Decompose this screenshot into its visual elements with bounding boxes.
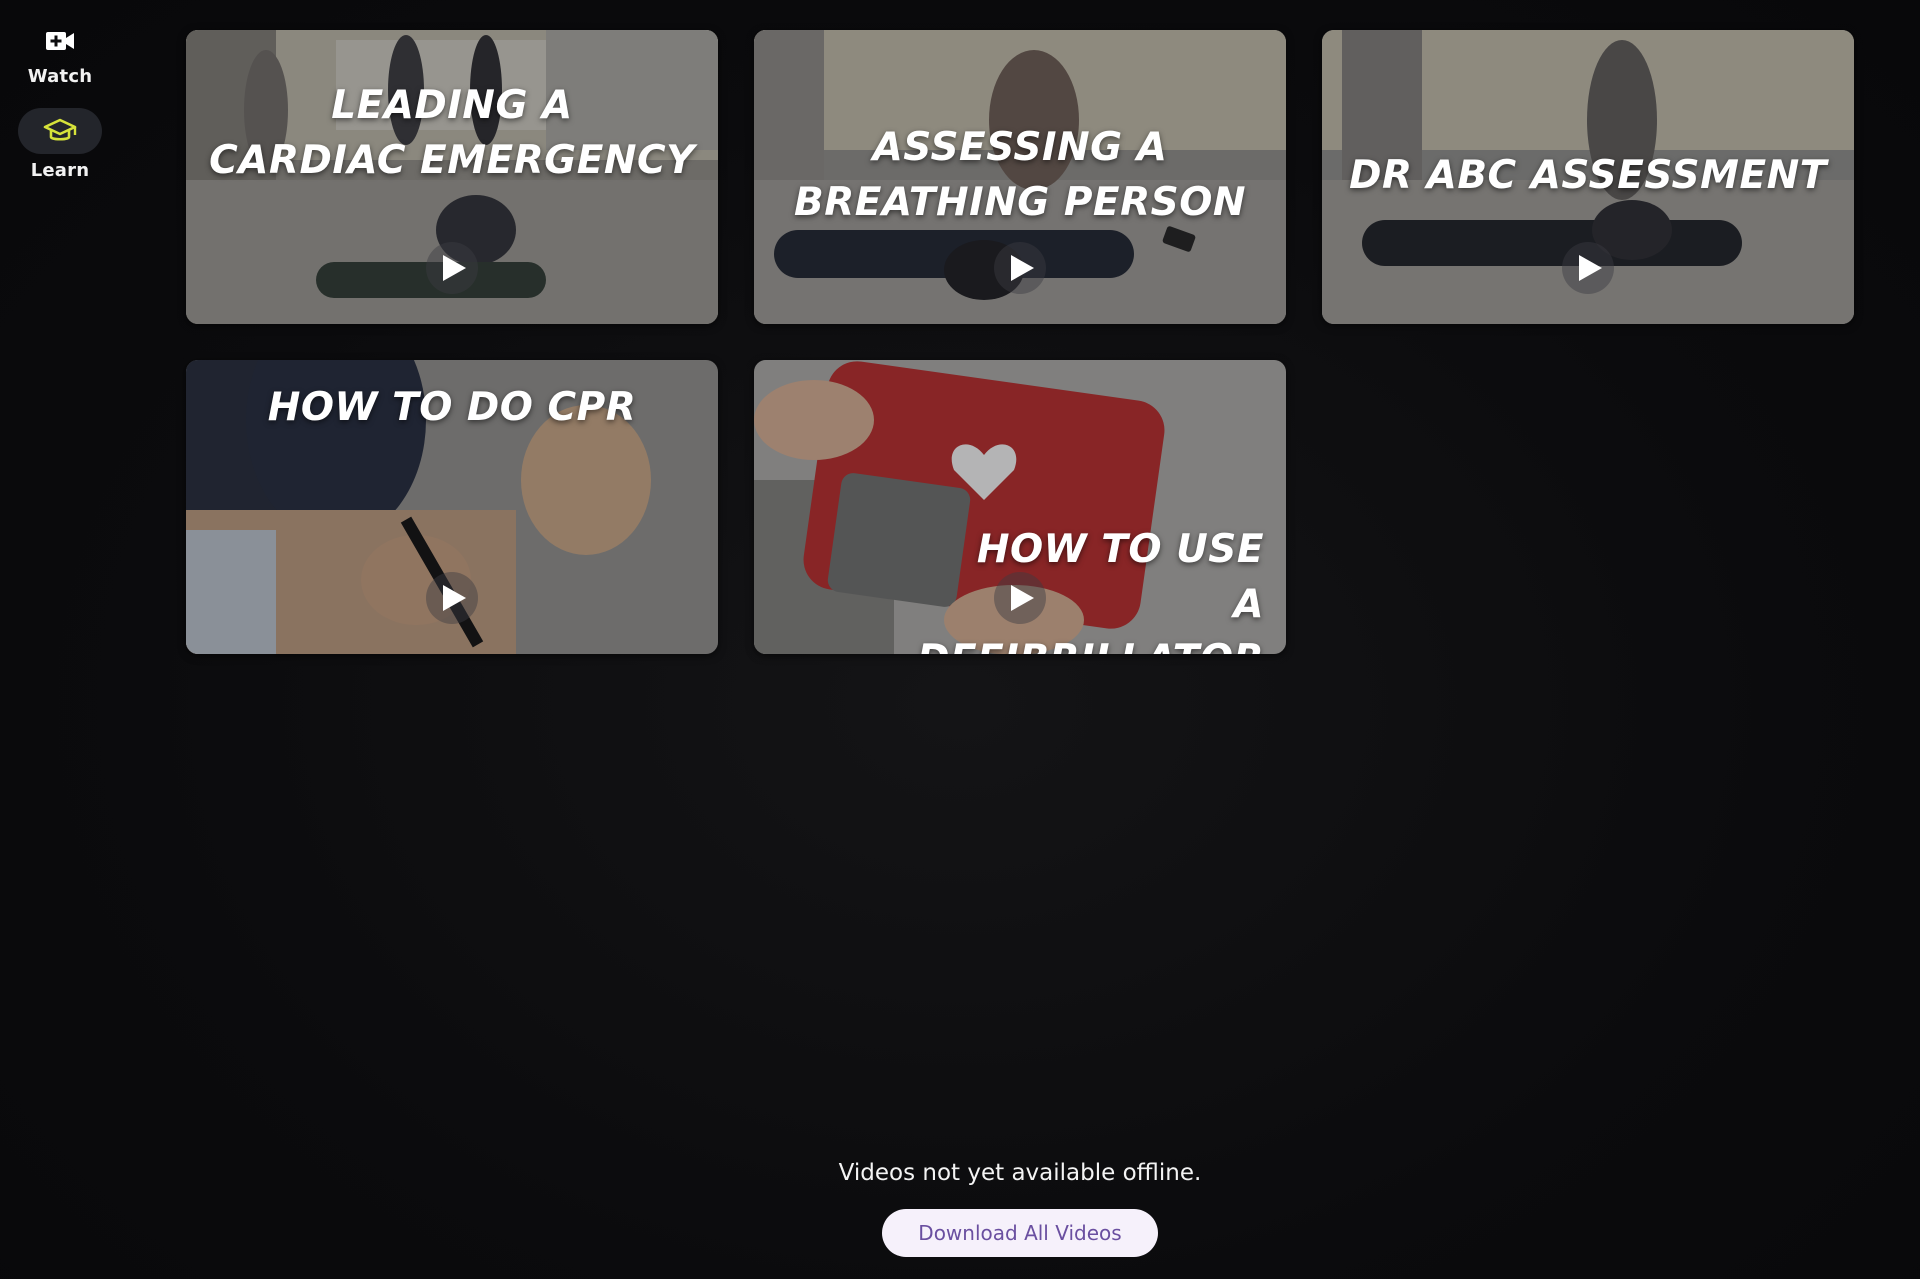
graduation-cap-icon bbox=[18, 108, 102, 154]
video-card-leading-cardiac-emergency[interactable]: LEADING A CARDIAC EMERGENCY bbox=[186, 30, 718, 324]
play-icon bbox=[426, 572, 478, 624]
sidebar: Watch Learn bbox=[0, 0, 120, 1279]
download-all-videos-button[interactable]: Download All Videos bbox=[882, 1209, 1158, 1257]
video-card-how-to-use-defibrillator[interactable]: HOW TO USE A DEFIBRILLATOR bbox=[754, 360, 1286, 654]
offline-status-text: Videos not yet available offline. bbox=[838, 1160, 1202, 1186]
video-title: ASSESSING A BREATHING PERSON bbox=[794, 125, 1246, 225]
sidebar-item-watch[interactable]: Watch bbox=[10, 18, 110, 87]
video-title: DR ABC ASSESSMENT bbox=[1349, 153, 1827, 198]
play-icon bbox=[994, 572, 1046, 624]
video-card-assessing-breathing-person[interactable]: ASSESSING A BREATHING PERSON bbox=[754, 30, 1286, 324]
sidebar-item-label: Watch bbox=[27, 66, 93, 87]
video-title: HOW TO USE A DEFIBRILLATOR bbox=[917, 527, 1264, 654]
app-root: Watch Learn LEADING A CARDIAC EMERGENCY … bbox=[0, 0, 1920, 1279]
video-card-dr-abc-assessment[interactable]: DR ABC ASSESSMENT bbox=[1322, 30, 1854, 324]
sidebar-item-label: Learn bbox=[30, 160, 90, 181]
play-icon bbox=[994, 242, 1046, 294]
video-title: LEADING A CARDIAC EMERGENCY bbox=[209, 83, 695, 183]
play-icon bbox=[426, 242, 478, 294]
sidebar-item-learn[interactable]: Learn bbox=[10, 108, 110, 181]
video-title: HOW TO DO CPR bbox=[267, 385, 637, 430]
play-icon bbox=[1562, 242, 1614, 294]
video-card-how-to-do-cpr[interactable]: HOW TO DO CPR bbox=[186, 360, 718, 654]
video-plus-icon bbox=[18, 18, 102, 64]
